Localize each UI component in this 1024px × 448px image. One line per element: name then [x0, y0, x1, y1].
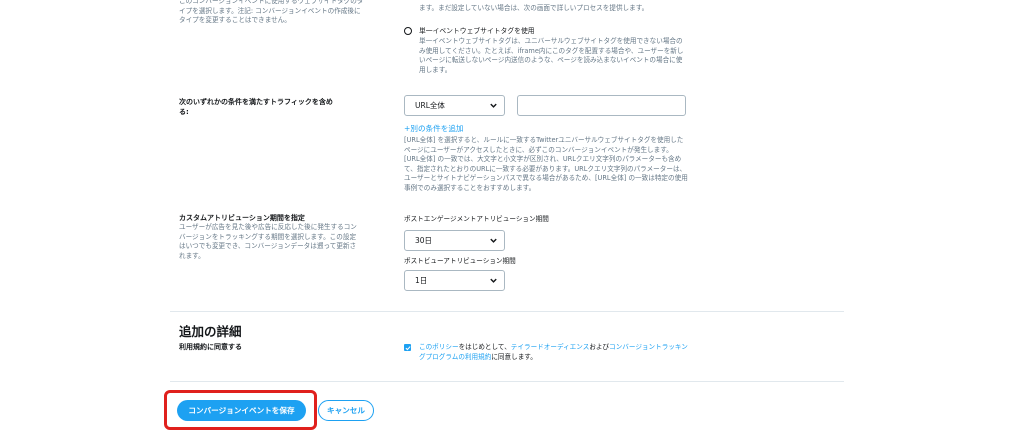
policy-link[interactable]: このポリシー: [419, 343, 459, 351]
save-conversion-event-button[interactable]: コンバージョンイベントを保存: [177, 400, 306, 421]
single-event-tag-title: 単一イベントウェブサイトタグを使用: [419, 27, 535, 35]
attribution-description: ユーザーが広告を見た後や広告に反応した後に発生するコンバージョンをトラッキングす…: [179, 223, 357, 260]
engagement-window-label: ポストエンゲージメントアトリビューション期間: [404, 215, 549, 223]
additional-details-heading: 追加の詳細: [179, 324, 242, 339]
single-event-tag-radio[interactable]: [404, 27, 412, 35]
terms-text-part: をはじめとして、: [458, 343, 511, 351]
chevron-down-icon: [490, 103, 497, 108]
view-window-label: ポストビューアトリビューション期間: [404, 257, 516, 265]
engagement-window-select[interactable]: 30日: [404, 230, 505, 251]
url-match-type-value: URL全体: [415, 101, 445, 110]
section-divider: [170, 381, 844, 382]
terms-text: このポリシーをはじめとして、テイラードオーディエンスおよびコンバージョントラッキ…: [419, 343, 689, 362]
url-match-help-text: [URL全体] を選択すると、ルールに一致するTwitterユニバーサルウェブサ…: [404, 136, 688, 192]
section-divider: [170, 311, 844, 312]
tailored-audiences-link[interactable]: テイラードオーディエンス: [511, 343, 590, 351]
attribution-label: カスタムアトリビューション期間を指定: [179, 214, 305, 222]
universal-tag-description-tail: ます。まだ設定していない場合は、次の画面で詳しいプロセスを提供します。: [419, 4, 649, 12]
cancel-button[interactable]: キャンセル: [318, 400, 374, 421]
terms-label: 利用規約に同意する: [179, 343, 242, 351]
single-event-tag-description: 単一イベントウェブサイトタグは、ユニバーサルウェブサイトタグを使用できない場合の…: [419, 37, 684, 74]
terms-checkbox[interactable]: [404, 344, 411, 351]
chevron-down-icon: [490, 238, 497, 243]
add-condition-link[interactable]: +別の条件を追加: [404, 123, 464, 134]
terms-text-part: に同意します。: [491, 352, 537, 361]
terms-text-part: および: [589, 343, 610, 351]
chevron-down-icon: [490, 278, 497, 283]
view-window-value: 1日: [415, 276, 428, 285]
url-value-input[interactable]: [517, 95, 686, 116]
view-window-select[interactable]: 1日: [404, 270, 505, 291]
engagement-window-value: 30日: [415, 236, 433, 245]
tag-type-description: このコンバージョンイベントに使用するウェブサイトタグのタイプを選択します。注記:…: [179, 0, 364, 25]
checkmark-icon: [405, 345, 411, 350]
traffic-rules-label: 次のいずれかの条件を満たすトラフィックを含める:: [179, 98, 333, 116]
url-match-type-select[interactable]: URL全体: [404, 95, 505, 116]
